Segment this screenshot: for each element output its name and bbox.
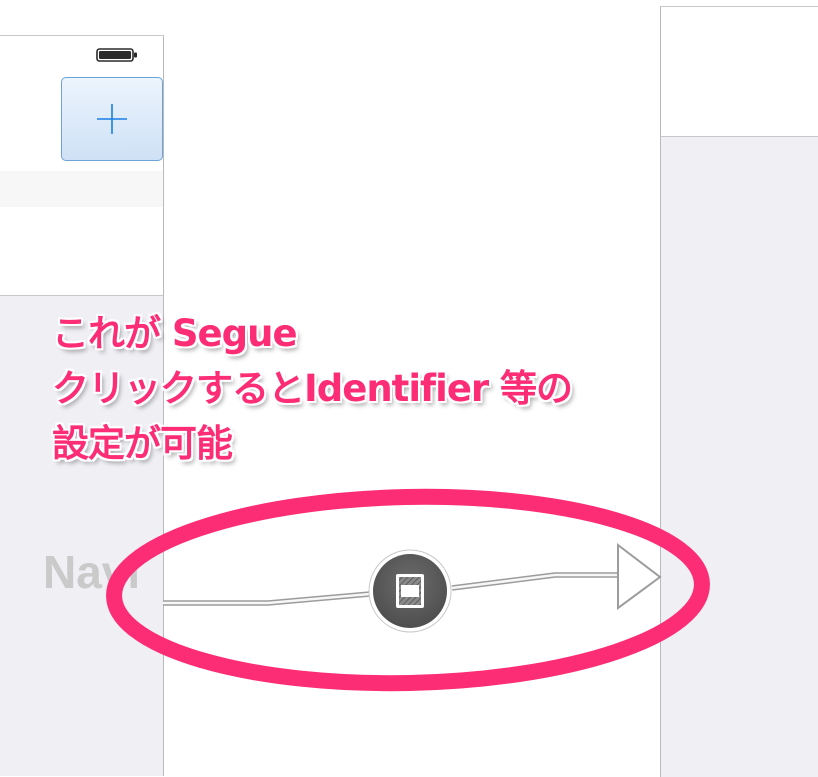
- annotation-line-3: 設定が可能: [52, 422, 233, 465]
- annotation-line-1: これが Segue: [52, 312, 298, 355]
- status-bar: [0, 36, 163, 73]
- add-bar-button[interactable]: [61, 77, 163, 161]
- plus-icon: [97, 104, 127, 134]
- annotation-line-2: クリックするとIdentifier 等の: [52, 367, 573, 410]
- navigation-controller-scene[interactable]: [660, 6, 818, 777]
- annotation-callout: これが Segue クリックするとIdentifier 等の 設定が可能: [52, 306, 573, 471]
- battery-icon: [96, 48, 137, 62]
- navigation-controller-title: Navi: [43, 546, 141, 598]
- right-scene-top-bar: [661, 7, 818, 137]
- table-cell[interactable]: [0, 207, 163, 296]
- table-section-header: [0, 171, 163, 207]
- navigation-bar: [0, 73, 163, 171]
